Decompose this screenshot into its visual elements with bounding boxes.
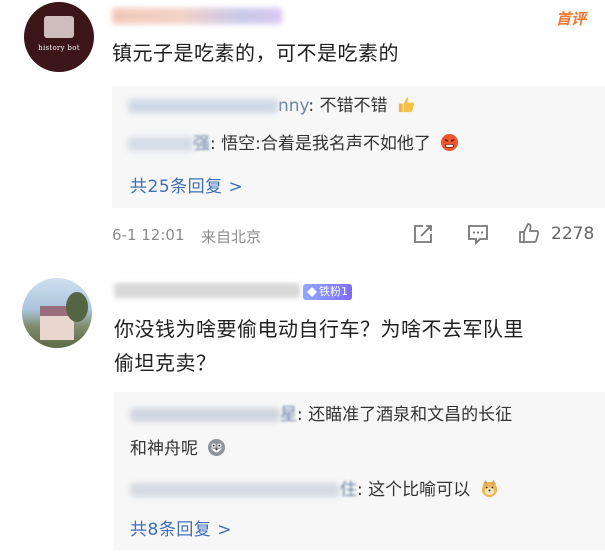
reply-item[interactable]: 住: 这个比喻可以 (130, 476, 499, 504)
reply-text: 悟空:合着是我名声不如他了 (221, 134, 431, 154)
reply-username-blurred (128, 137, 193, 151)
avatar[interactable]: history bot (24, 2, 94, 72)
reply-username-blurred (130, 483, 340, 497)
username-blurred[interactable] (114, 283, 300, 298)
comment-time: 6-1 12:01 (112, 226, 185, 244)
fan-badge: 铁粉1 (303, 284, 352, 300)
fan-badge-label: 铁粉1 (319, 285, 348, 298)
reply-item[interactable]: 强: 悟空:合着是我名声不如他了 (128, 130, 459, 158)
diamond-icon (307, 287, 317, 297)
reply-colon: : (297, 405, 309, 425)
reply-text-line: 还瞄准了酒泉和文昌的长征 (308, 405, 513, 425)
reply-username-blurred (130, 408, 280, 422)
reply-item-continued: 和神舟呢 (130, 435, 226, 463)
avatar-tree (66, 292, 88, 322)
reply-text: 这个比喻可以 (368, 480, 471, 500)
like-count: 2278 (551, 224, 595, 244)
doge-face-emoji-icon (481, 479, 497, 498)
reply-username-suffix[interactable]: 强 (193, 134, 210, 154)
reply-text: 不错不错 (319, 96, 388, 116)
reply-item[interactable]: nny: 不错不错 (128, 92, 416, 120)
username-blurred[interactable] (112, 8, 282, 24)
reply-username-suffix[interactable]: 住 (340, 480, 357, 500)
reply-text-line: 和神舟呢 (130, 439, 198, 459)
reply-colon: : (210, 134, 222, 154)
comment-location: 来自北京 (201, 228, 262, 246)
reply-username-blurred (128, 99, 278, 113)
comment-text: 镇元子是吃素的，可不是吃素的 (112, 41, 399, 65)
comment-text-line: 偷坦克卖？ (114, 351, 217, 375)
view-more-replies-link[interactable]: 共25条回复 > (130, 172, 243, 197)
comment-text-line: 你没钱为啥要偷电动自行车？为啥不去军队里 (114, 317, 524, 341)
avatar[interactable] (22, 278, 92, 348)
avatar-label: history bot (38, 44, 80, 52)
angry-face-emoji-icon (441, 133, 459, 152)
avatar-logo-mark (44, 16, 74, 38)
reply-item[interactable]: 星: 还瞄准了酒泉和文昌的长征 (130, 401, 512, 429)
first-comment-badge: 首评 (556, 10, 587, 28)
reply-colon: : (308, 96, 320, 116)
reply-username-suffix[interactable]: 星 (280, 405, 297, 425)
comment-icon[interactable] (467, 223, 489, 245)
thumbs-up-emoji-icon (398, 97, 414, 113)
reply-colon: : (357, 480, 369, 500)
husky-face-emoji-icon (208, 438, 226, 457)
like-icon[interactable] (518, 222, 540, 244)
view-more-replies-link[interactable]: 共8条回复 > (130, 515, 232, 540)
share-icon[interactable] (412, 223, 434, 245)
reply-username-suffix[interactable]: nny (278, 96, 308, 116)
